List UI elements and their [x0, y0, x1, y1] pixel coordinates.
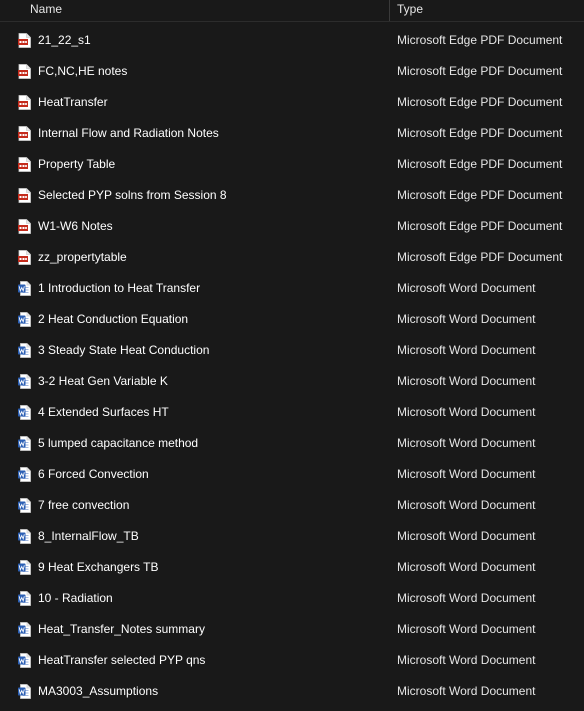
- file-type: Microsoft Word Document: [397, 405, 536, 419]
- file-type: Microsoft Word Document: [397, 374, 536, 388]
- word-icon: [18, 591, 31, 606]
- file-type: Microsoft Word Document: [397, 436, 536, 450]
- file-type: Microsoft Word Document: [397, 560, 536, 574]
- file-type: Microsoft Word Document: [397, 498, 536, 512]
- sort-up-icon: ⌃: [512, 0, 520, 5]
- file-type: Microsoft Edge PDF Document: [397, 64, 563, 78]
- file-row[interactable]: Selected PYP solns from Session 8 Microso…: [0, 180, 584, 211]
- pdf-icon: [18, 33, 31, 48]
- pdf-icon: [18, 126, 31, 141]
- word-icon: [18, 281, 31, 296]
- file-row[interactable]: MA3003_Assumptions Microsoft Word Documen…: [0, 676, 584, 707]
- file-name[interactable]: MA3003_Assumptions: [38, 684, 158, 698]
- file-name[interactable]: 8_InternalFlow_TB: [38, 529, 139, 543]
- word-icon: [18, 498, 31, 513]
- file-type: Microsoft Word Document: [397, 281, 536, 295]
- file-type: Microsoft Edge PDF Document: [397, 219, 563, 233]
- file-row[interactable]: 10 - Radiation Microsoft Word Document: [0, 583, 584, 614]
- file-name[interactable]: Selected PYP solns from Session 8: [38, 188, 227, 202]
- file-row[interactable]: 9 Heat Exchangers TB Microsoft Word Docum…: [0, 552, 584, 583]
- word-icon: [18, 405, 31, 420]
- file-name[interactable]: Property Table: [38, 157, 115, 171]
- file-type: Microsoft Edge PDF Document: [397, 33, 563, 47]
- file-name[interactable]: 5 lumped capacitance method: [38, 436, 198, 450]
- word-icon: [18, 467, 31, 482]
- file-row[interactable]: 3 Steady State Heat Conduction Microsoft …: [0, 335, 584, 366]
- file-row[interactable]: FC,NC,HE notes Microsoft Edge PDF Documen…: [0, 56, 584, 87]
- word-icon: [18, 436, 31, 451]
- file-row[interactable]: 8_InternalFlow_TB Microsoft Word Document: [0, 521, 584, 552]
- file-row[interactable]: Heat_Transfer_Notes summary Microsoft Wor…: [0, 614, 584, 645]
- word-icon: [18, 374, 31, 389]
- file-row[interactable]: W1-W6 Notes Microsoft Edge PDF Document: [0, 211, 584, 242]
- file-row[interactable]: Internal Flow and Radiation Notes Microso…: [0, 118, 584, 149]
- word-icon: [18, 622, 31, 637]
- file-list: 21_22_s1 Microsoft Edge PDF Document FC,NC…: [0, 25, 584, 707]
- pdf-icon: [18, 250, 31, 265]
- pdf-icon: [18, 219, 31, 234]
- file-name[interactable]: Internal Flow and Radiation Notes: [38, 126, 219, 140]
- file-type: Microsoft Edge PDF Document: [397, 157, 563, 171]
- word-icon: [18, 312, 31, 327]
- pdf-icon: [18, 95, 31, 110]
- pdf-icon: [18, 64, 31, 79]
- name-column-header[interactable]: Name: [30, 2, 62, 16]
- file-row[interactable]: 2 Heat Conduction Equation Microsoft Word…: [0, 304, 584, 335]
- file-type: Microsoft Word Document: [397, 684, 536, 698]
- word-icon: [18, 684, 31, 699]
- file-type: Microsoft Edge PDF Document: [397, 188, 563, 202]
- file-type: Microsoft Word Document: [397, 312, 536, 326]
- file-name[interactable]: HeatTransfer: [38, 95, 108, 109]
- file-name[interactable]: W1-W6 Notes: [38, 219, 113, 233]
- file-row[interactable]: HeatTransfer selected PYP qns Microsoft W…: [0, 645, 584, 676]
- word-icon: [18, 560, 31, 575]
- pdf-icon: [18, 157, 31, 172]
- column-resize-handle[interactable]: [389, 0, 390, 21]
- file-name[interactable]: 21_22_s1: [38, 33, 91, 47]
- file-name[interactable]: 7 free convection: [38, 498, 129, 512]
- file-row[interactable]: 3-2 Heat Gen Variable K Microsoft Word Do…: [0, 366, 584, 397]
- file-type: Microsoft Word Document: [397, 343, 536, 357]
- file-name[interactable]: FC,NC,HE notes: [38, 64, 127, 78]
- file-name[interactable]: 2 Heat Conduction Equation: [38, 312, 188, 326]
- file-type: Microsoft Edge PDF Document: [397, 250, 563, 264]
- file-type: Microsoft Edge PDF Document: [397, 95, 563, 109]
- column-header-bar: Name ⌃ Type: [0, 0, 584, 22]
- file-row[interactable]: 5 lumped capacitance method Microsoft Wor…: [0, 428, 584, 459]
- file-row[interactable]: 7 free convection Microsoft Word Document: [0, 490, 584, 521]
- word-icon: [18, 529, 31, 544]
- word-icon: [18, 653, 31, 668]
- file-row[interactable]: HeatTransfer Microsoft Edge PDF Document: [0, 87, 584, 118]
- file-name[interactable]: 4 Extended Surfaces HT: [38, 405, 169, 419]
- file-name[interactable]: 3-2 Heat Gen Variable K: [38, 374, 168, 388]
- file-row[interactable]: zz_propertytable Microsoft Edge PDF Docum…: [0, 242, 584, 273]
- file-row[interactable]: 6 Forced Convection Microsoft Word Docume…: [0, 459, 584, 490]
- file-name[interactable]: 3 Steady State Heat Conduction: [38, 343, 209, 357]
- file-type: Microsoft Word Document: [397, 529, 536, 543]
- file-name[interactable]: zz_propertytable: [38, 250, 127, 264]
- file-type: Microsoft Word Document: [397, 591, 536, 605]
- file-name[interactable]: HeatTransfer selected PYP qns: [38, 653, 205, 667]
- file-row[interactable]: 1 Introduction to Heat Transfer Microsoft…: [0, 273, 584, 304]
- file-row[interactable]: 21_22_s1 Microsoft Edge PDF Document: [0, 25, 584, 56]
- file-name[interactable]: Heat_Transfer_Notes summary: [38, 622, 205, 636]
- type-column-header[interactable]: Type: [397, 2, 423, 16]
- file-type: Microsoft Edge PDF Document: [397, 126, 563, 140]
- file-name[interactable]: 10 - Radiation: [38, 591, 113, 605]
- file-name[interactable]: 1 Introduction to Heat Transfer: [38, 281, 200, 295]
- file-row[interactable]: Property Table Microsoft Edge PDF Documen…: [0, 149, 584, 180]
- file-row[interactable]: 4 Extended Surfaces HT Microsoft Word Doc…: [0, 397, 584, 428]
- file-type: Microsoft Word Document: [397, 467, 536, 481]
- file-type: Microsoft Word Document: [397, 653, 536, 667]
- file-name[interactable]: 6 Forced Convection: [38, 467, 149, 481]
- file-type: Microsoft Word Document: [397, 622, 536, 636]
- file-name[interactable]: 9 Heat Exchangers TB: [38, 560, 159, 574]
- pdf-icon: [18, 188, 31, 203]
- word-icon: [18, 343, 31, 358]
